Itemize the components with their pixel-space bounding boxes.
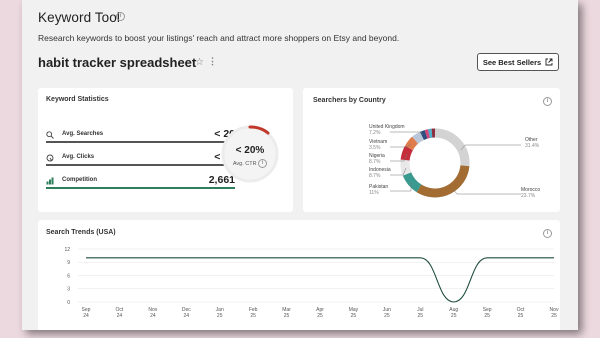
x-tick-label: 24 [117, 313, 123, 319]
external-link-icon [545, 58, 553, 66]
x-tick-label: 25 [418, 313, 424, 319]
more-icon[interactable]: ⋮ [208, 56, 217, 67]
see-best-sellers-label: See Best Sellers [482, 57, 542, 67]
stat-row-competition: Competition 2,661 [46, 174, 235, 191]
keyword-title: habit tracker spreadsheet [38, 55, 197, 70]
donut-slice-small-3 [428, 128, 433, 139]
x-tick-label: 25 [518, 313, 524, 319]
stat-row-clicks: Avg. Clicks < 20 [46, 151, 235, 168]
donut-slice-pakistan [402, 172, 422, 193]
country-label-morocco: Morocco 23.7% [521, 187, 541, 199]
country-label-uk: United Kingdom 7.2% [369, 124, 405, 136]
stat-label: Avg. Searches [62, 131, 104, 137]
searchers-by-country-card: Searchers by Country i United Kingdom 7.… [303, 88, 560, 212]
y-tick-label: 9 [67, 260, 70, 266]
info-icon[interactable]: i [116, 12, 125, 21]
x-tick-label: 25 [451, 313, 457, 319]
donut-slice-indonesia [400, 159, 412, 176]
click-icon [46, 154, 54, 162]
donut-slice-nigeria [400, 145, 413, 161]
country-label-other: Other 31.4% [525, 137, 540, 149]
country-label-nigeria: Nigeria 8.7% [369, 153, 385, 165]
see-best-sellers-button[interactable]: See Best Sellers [477, 53, 559, 71]
donut-slice-vietnam [405, 136, 419, 151]
search-trends-chart: 036912Sep24Oct24Nov24Dec24Jan25Feb25Mar2… [64, 247, 559, 319]
x-tick-label: 25 [284, 313, 290, 319]
y-tick-label: 12 [64, 247, 70, 253]
country-label-vietnam: Vietnam 3.5% [369, 139, 388, 151]
stat-label: Avg. Clicks [62, 154, 95, 160]
x-tick-label: 25 [551, 313, 557, 319]
info-icon[interactable]: i [258, 159, 268, 168]
stat-label: Competition [62, 177, 97, 183]
page-title: Keyword Tool [38, 10, 120, 25]
y-tick-label: 0 [67, 300, 70, 306]
app-window: Keyword Tool i Research keywords to boos… [22, 0, 578, 330]
x-tick-label: 25 [217, 313, 223, 319]
star-icon[interactable]: ☆ [195, 57, 204, 68]
search-trends-card: Search Trends (USA) i 0 3 6 9 12 Sep 24 Oct 24 No… [38, 220, 560, 330]
page-subtitle: Research keywords to boost your listings… [38, 33, 400, 43]
x-tick-label: 25 [250, 313, 256, 319]
x-tick-label: 25 [484, 313, 490, 319]
y-tick-label: 6 [67, 273, 70, 279]
x-tick-label: 25 [384, 313, 390, 319]
trend-line [85, 257, 554, 303]
stat-bar [46, 141, 235, 143]
y-tick-label: 3 [67, 287, 70, 293]
keyword-statistics-title: Keyword Statistics [46, 96, 109, 103]
x-tick-label: 25 [351, 313, 357, 319]
donut-slice-small-2 [424, 129, 430, 139]
search-icon [46, 131, 54, 139]
competition-icon [46, 177, 54, 185]
country-label-indonesia: Indonesia 8.7% [369, 167, 391, 179]
x-tick-label: 24 [184, 313, 190, 319]
donut-slice-uk [412, 131, 424, 144]
stat-bar [46, 164, 235, 166]
donut-slice-morocco [416, 165, 470, 198]
x-tick-label: 25 [317, 313, 323, 319]
country-label-pakistan: Pakistan 11% [369, 184, 389, 196]
ctr-value: < 20% [235, 145, 265, 156]
ctr-gauge: < 20% Avg. CTR i [220, 124, 280, 184]
stat-row-searches: Avg. Searches < 20 [46, 128, 235, 145]
x-tick-label: 24 [83, 313, 89, 319]
donut-slice-other [434, 128, 470, 167]
x-tick-label: 24 [150, 313, 156, 319]
ctr-label: Avg. CTR i [220, 159, 280, 168]
stat-bar [46, 187, 235, 189]
